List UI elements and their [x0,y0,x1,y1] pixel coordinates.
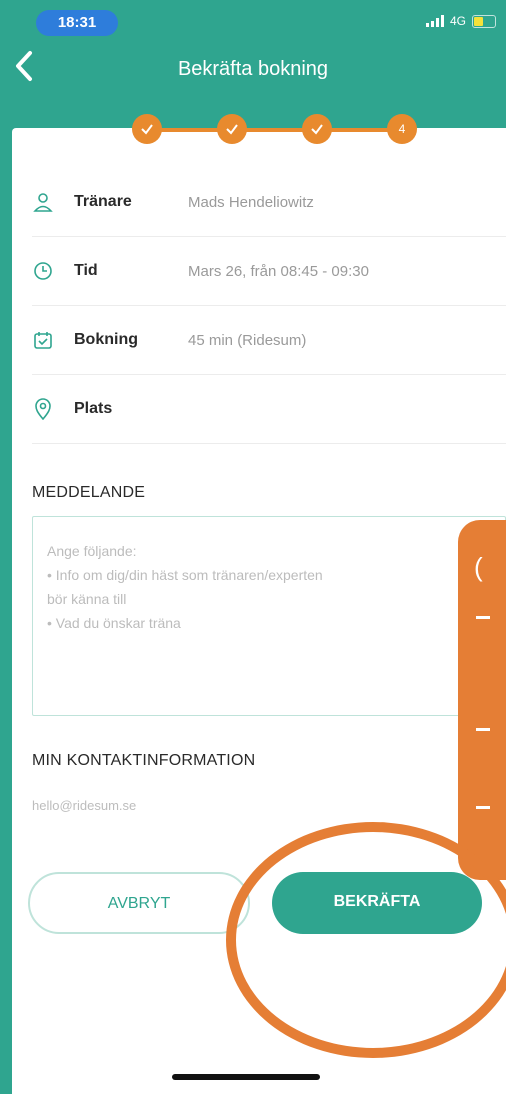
message-placeholder-item-1: • Info om dig/din häst som tränaren/expe… [47,567,323,583]
page-title: Bekräfta bokning [177,58,329,80]
time-value: Mars 26, från 08:45 - 09:30 [188,262,369,280]
callout-char: ( [474,552,483,582]
calendar-check-icon [32,329,54,351]
step-2-complete [217,114,247,144]
confirm-button[interactable]: BEKRÄFTA [272,872,482,934]
message-input[interactable]: Ange följande: • Info om dig/din häst so… [32,516,506,716]
checkmark-icon [311,124,323,135]
message-placeholder-intro: Ange följande: [47,543,137,559]
callout-dash [476,616,490,619]
step-4-current: 4 [387,114,417,144]
network-label: 4G [449,14,466,28]
cancel-button[interactable]: AVBRYT [28,872,250,934]
status-bar: 18:31 4G [0,0,506,44]
battery-icon [472,14,496,28]
status-indicators: 4G [425,14,496,28]
signal-icon [425,15,444,27]
checkmark-icon [226,124,238,135]
home-indicator [172,1074,320,1080]
message-placeholder-item-2: • Vad du önskar träna [47,615,181,631]
callout-dash [476,806,490,809]
time-label: Tid [74,262,98,279]
callout-dash [476,728,490,731]
info-row-booking: Bokning 45 min (Ridesum) [32,306,506,375]
contact-email[interactable]: hello@ridesum.se [32,798,136,813]
step-3-complete [302,114,332,144]
person-icon [32,191,54,213]
annotation-callout: ( [458,520,506,880]
location-label: Plats [74,400,113,417]
status-time: 18:31 [36,10,118,36]
trainer-value: Mads Hendeliowitz [188,193,314,211]
info-row-location: Plats [32,375,506,444]
info-row-trainer: Tränare Mads Hendeliowitz [32,168,506,237]
message-title: MEDDELANDE [32,484,146,501]
booking-value: 45 min (Ridesum) [188,331,307,349]
contact-title: MIN KONTAKTINFORMATION [32,752,256,769]
trainer-label: Tränare [74,193,132,210]
stepper-line [144,128,410,132]
clock-icon [32,260,54,282]
checkmark-icon [141,124,153,135]
booking-label: Bokning [74,331,138,348]
info-row-time: Tid Mars 26, från 08:45 - 09:30 [32,237,506,306]
message-placeholder-item-1-cont: bör känna till [47,591,127,607]
step-1-complete [132,114,162,144]
location-pin-icon [32,398,54,420]
booking-card: 4 Tränare Mads Hendeliowitz Tid Mars 26,… [12,114,506,1094]
